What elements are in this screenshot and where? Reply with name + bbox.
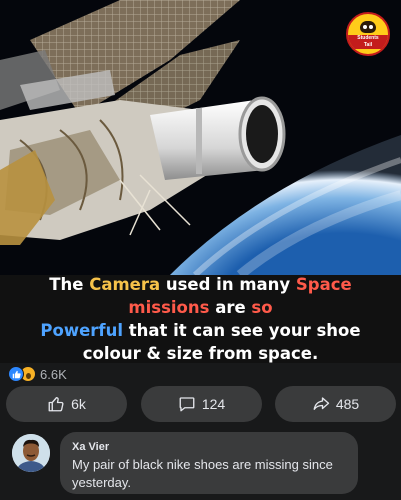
person-avatar-icon <box>12 434 50 472</box>
post-actions: 6k 124 485 <box>0 384 401 424</box>
comment-item: Xa Vier My pair of black nike shoes are … <box>12 432 392 498</box>
like-count: 6k <box>71 396 86 412</box>
comment-bubble: Xa Vier My pair of black nike shoes are … <box>60 432 358 494</box>
thumbs-up-icon <box>48 396 64 412</box>
like-button[interactable]: 6k <box>6 386 127 422</box>
space-station-photo: Students Tail <box>0 0 401 275</box>
caption-highlight-powerful: Powerful <box>40 321 123 340</box>
caption-text: The Camera used in many Space missions a… <box>40 275 361 363</box>
commenter-name[interactable]: Xa Vier <box>72 440 346 454</box>
logo-face-icon <box>360 21 376 33</box>
comment-icon <box>179 397 195 412</box>
logo-text: Students Tail <box>348 35 388 49</box>
share-button[interactable]: 485 <box>275 386 396 422</box>
reaction-count: 6.6K <box>40 366 67 382</box>
comment-count: 124 <box>201 396 226 412</box>
commenter-avatar[interactable] <box>12 434 50 472</box>
share-count: 485 <box>335 396 360 412</box>
space-station-illustration <box>0 0 401 275</box>
like-reaction-icon <box>8 366 24 382</box>
caption-highlight-camera: Camera <box>89 275 161 294</box>
brand-logo: Students Tail <box>346 12 390 56</box>
comment-text: My pair of black nike shoes are missing … <box>72 457 333 490</box>
comment-button[interactable]: 124 <box>141 386 262 422</box>
caption-highlight-so: so <box>251 298 273 317</box>
meme-caption: The Camera used in many Space missions a… <box>0 275 401 363</box>
reaction-icons <box>8 366 36 382</box>
reaction-summary[interactable]: 6.6K <box>8 364 67 384</box>
share-icon <box>313 397 329 410</box>
